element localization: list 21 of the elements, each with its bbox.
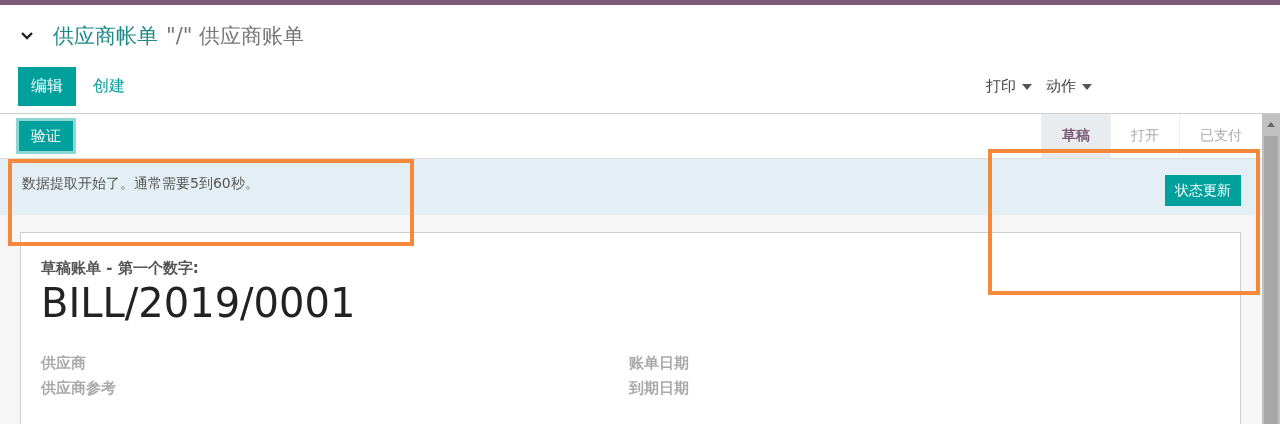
scroll-up-icon[interactable] <box>1267 122 1275 127</box>
dropdown-menu[interactable]: 动作 <box>1046 77 1092 96</box>
scrollbar[interactable] <box>1262 114 1280 424</box>
bill-label: 草稿账单 - 第一个数字: <box>41 259 200 278</box>
caret-icon <box>1022 83 1032 90</box>
status-step[interactable]: 草稿 <box>1041 114 1110 158</box>
caret-icon <box>1082 83 1092 90</box>
status-update-button[interactable]: 状态更新 <box>1165 175 1241 206</box>
field-label: 到期日期 <box>629 379 690 399</box>
info-message: 数据提取开始了。通常需要5到60秒。 <box>22 175 259 193</box>
breadcrumb-link[interactable]: 供应商帐单 <box>53 22 158 50</box>
field-label: 供应商 <box>41 354 87 374</box>
chevron-down-icon[interactable] <box>21 32 33 40</box>
breadcrumb-current: "/" 供应商账单 <box>166 23 305 50</box>
field-label: 账单日期 <box>629 354 690 374</box>
edit-button[interactable]: 编辑 <box>18 67 76 106</box>
bill-number: BILL/2019/0001 <box>41 280 357 326</box>
dropdown-menu[interactable]: 打印 <box>986 77 1032 96</box>
field-label: 供应商参考 <box>41 379 117 399</box>
create-link[interactable]: 创建 <box>80 67 138 106</box>
validate-button[interactable]: 验证 <box>16 118 76 154</box>
